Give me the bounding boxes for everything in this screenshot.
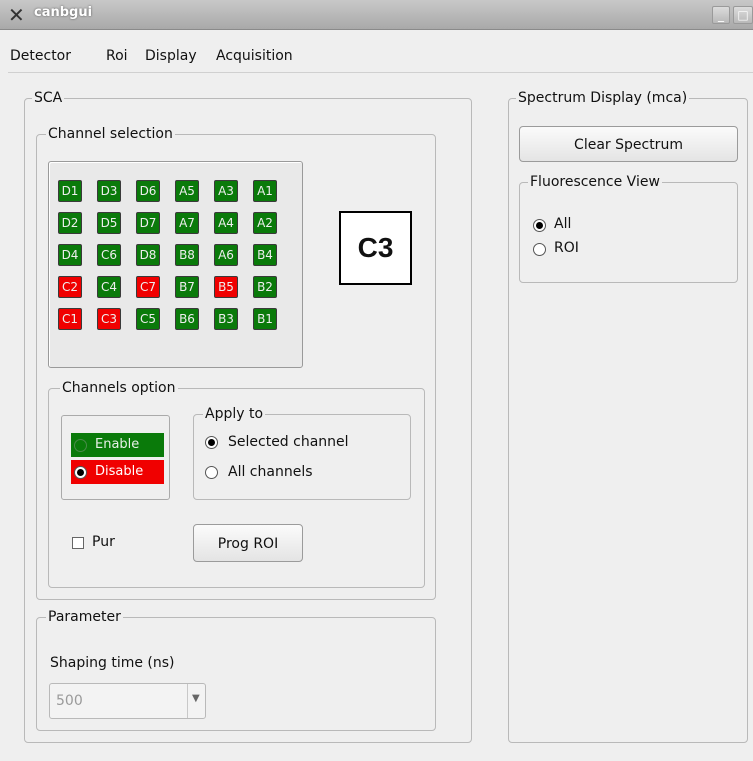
fluorescence-all-label: All — [554, 216, 572, 232]
apply-all-label: All channels — [228, 464, 313, 480]
channel-button[interactable]: D6 — [136, 180, 160, 202]
disable-option[interactable]: Disable — [71, 460, 164, 484]
channel-button[interactable]: C4 — [97, 276, 121, 298]
channel-button[interactable]: D1 — [58, 180, 82, 202]
apply-all-radio[interactable] — [205, 466, 218, 479]
enable-radio[interactable] — [74, 439, 87, 452]
apply-all-channels[interactable]: All channels — [205, 464, 405, 482]
channel-button[interactable]: C2 — [58, 276, 82, 298]
channel-button[interactable]: C7 — [136, 276, 160, 298]
channel-button[interactable]: D8 — [136, 244, 160, 266]
apply-to-group — [193, 414, 411, 500]
channel-selection-title: Channel selection — [46, 126, 175, 142]
enable-label: Enable — [95, 437, 140, 452]
menu-bar: Detector Roi Display Acquisition — [0, 42, 753, 70]
selected-channel-display: C3 — [339, 211, 412, 285]
window-title: canbgui — [34, 5, 93, 20]
minimize-icon[interactable]: _ — [712, 6, 730, 24]
disable-label: Disable — [95, 464, 144, 479]
menu-detector[interactable]: Detector — [10, 48, 71, 64]
channel-button[interactable]: B7 — [175, 276, 199, 298]
shaping-time-value: 500 — [56, 693, 83, 709]
apply-selected-label: Selected channel — [228, 434, 349, 450]
shaping-time-label: Shaping time (ns) — [50, 655, 175, 671]
channel-button[interactable]: A5 — [175, 180, 199, 202]
channel-button[interactable]: A3 — [214, 180, 238, 202]
apply-selected-channel[interactable]: Selected channel — [205, 434, 405, 452]
menu-separator — [8, 72, 753, 73]
channel-button[interactable]: C5 — [136, 308, 160, 330]
fluorescence-all-option[interactable]: All — [533, 216, 683, 234]
shaping-time-select[interactable]: 500 ▼ — [49, 683, 206, 719]
channel-button[interactable]: D5 — [97, 212, 121, 234]
channel-button[interactable]: C1 — [58, 308, 82, 330]
fluorescence-roi-radio[interactable] — [533, 243, 546, 256]
enable-disable-box — [61, 415, 170, 500]
pur-checkbox[interactable] — [72, 537, 84, 549]
sca-title: SCA — [32, 90, 65, 106]
menu-display[interactable]: Display — [145, 48, 197, 64]
enable-option[interactable]: Enable — [71, 433, 164, 457]
pur-label: Pur — [92, 534, 115, 550]
parameter-title: Parameter — [46, 609, 123, 625]
maximize-icon[interactable]: □ — [733, 6, 753, 24]
fluorescence-roi-option[interactable]: ROI — [533, 240, 683, 258]
channel-button[interactable]: A6 — [214, 244, 238, 266]
channel-button[interactable]: A4 — [214, 212, 238, 234]
channel-button[interactable]: B6 — [175, 308, 199, 330]
apply-to-title: Apply to — [203, 406, 266, 422]
channels-option-title: Channels option — [60, 380, 178, 396]
menu-roi[interactable]: Roi — [106, 48, 128, 64]
spectrum-display-title: Spectrum Display (mca) — [516, 90, 690, 106]
fluorescence-all-radio[interactable] — [533, 219, 546, 232]
channel-button[interactable]: D7 — [136, 212, 160, 234]
channel-button[interactable]: B2 — [253, 276, 277, 298]
menu-acquisition[interactable]: Acquisition — [216, 48, 293, 64]
channel-button[interactable]: B1 — [253, 308, 277, 330]
combo-divider — [187, 684, 188, 718]
channel-button[interactable]: C6 — [97, 244, 121, 266]
title-bar[interactable]: ✕ canbgui _ □ — [0, 0, 753, 30]
fluorescence-view-title: Fluorescence View — [528, 174, 662, 190]
fluorescence-roi-label: ROI — [554, 240, 579, 256]
channel-button[interactable]: D3 — [97, 180, 121, 202]
channel-button[interactable]: A1 — [253, 180, 277, 202]
channel-button[interactable]: B4 — [253, 244, 277, 266]
channel-button[interactable]: B3 — [214, 308, 238, 330]
channel-button[interactable]: A7 — [175, 212, 199, 234]
chevron-down-icon[interactable]: ▼ — [192, 693, 200, 704]
channel-button[interactable]: A2 — [253, 212, 277, 234]
channel-button[interactable]: C3 — [97, 308, 121, 330]
prog-roi-button[interactable]: Prog ROI — [193, 524, 303, 562]
channel-button[interactable]: D2 — [58, 212, 82, 234]
disable-radio[interactable] — [74, 466, 87, 479]
apply-selected-radio[interactable] — [205, 436, 218, 449]
x-logo-icon: ✕ — [8, 3, 25, 27]
channel-button[interactable]: D4 — [58, 244, 82, 266]
clear-spectrum-button[interactable]: Clear Spectrum — [519, 126, 738, 162]
channel-button[interactable]: B5 — [214, 276, 238, 298]
channel-button[interactable]: B8 — [175, 244, 199, 266]
